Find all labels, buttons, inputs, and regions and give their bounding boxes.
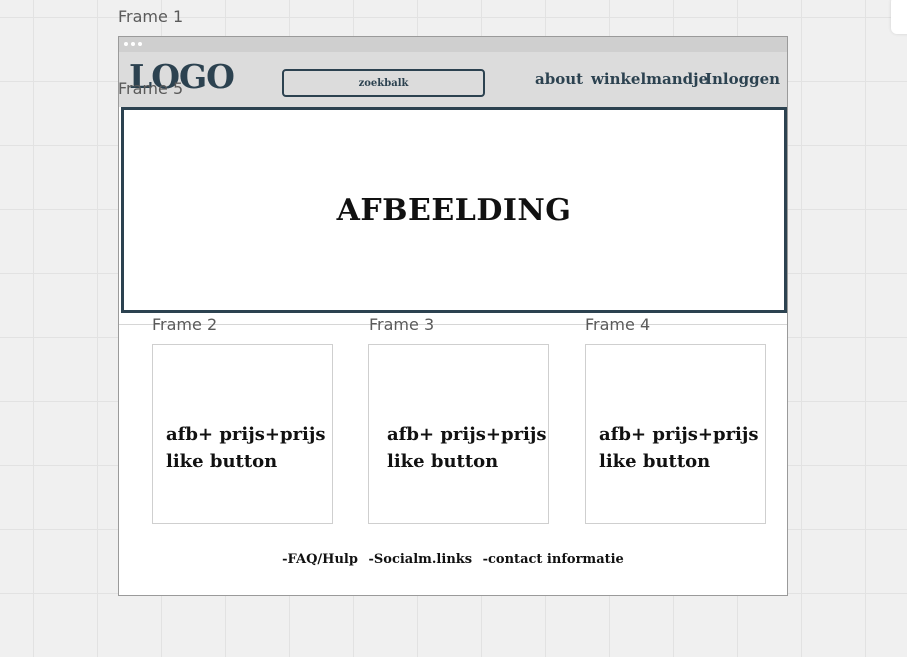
more-options-icon[interactable] — [124, 42, 142, 46]
frame-label-4[interactable]: Frame 4 — [585, 317, 650, 333]
frame-label-1[interactable]: Frame 1 — [118, 9, 183, 25]
wireframe-frame-1[interactable]: LOGO zoekbalk about winkelmandje Inlogge… — [118, 36, 788, 596]
product-card[interactable]: afb+ prijs+prijs like button — [152, 344, 333, 524]
footer-link-social[interactable]: -Socialm.links — [368, 552, 472, 567]
product-card[interactable]: afb+ prijs+prijs like button — [368, 344, 549, 524]
frame-label-2[interactable]: Frame 2 — [152, 317, 217, 333]
hero-image-frame[interactable]: AFBEELDING — [121, 107, 787, 313]
search-bar[interactable]: zoekbalk — [282, 69, 485, 97]
product-card-text: afb+ prijs+prijs like button — [387, 424, 547, 472]
nav-link-cart[interactable]: winkelmandje — [591, 72, 708, 87]
nav-link-about[interactable]: about — [535, 72, 583, 87]
hero-placeholder-text: AFBEELDING — [336, 192, 572, 228]
site-header: LOGO zoekbalk about winkelmandje Inlogge… — [119, 52, 787, 107]
canvas-side-panel[interactable] — [891, 0, 907, 34]
section-divider — [119, 324, 787, 325]
product-card-text: afb+ prijs+prijs like button — [599, 424, 759, 472]
frame-label-3[interactable]: Frame 3 — [369, 317, 434, 333]
product-card[interactable]: afb+ prijs+prijs like button — [585, 344, 766, 524]
product-card-text: afb+ prijs+prijs like button — [166, 424, 326, 472]
footer-link-contact[interactable]: -contact informatie — [483, 552, 624, 567]
site-footer: -FAQ/Hulp -Socialm.links -contact inform… — [119, 552, 787, 567]
footer-link-faq[interactable]: -FAQ/Hulp — [282, 552, 358, 567]
frame-titlebar[interactable] — [119, 37, 787, 52]
nav-link-login[interactable]: Inloggen — [705, 72, 780, 87]
frame-label-5[interactable]: Frame 5 — [118, 81, 183, 97]
